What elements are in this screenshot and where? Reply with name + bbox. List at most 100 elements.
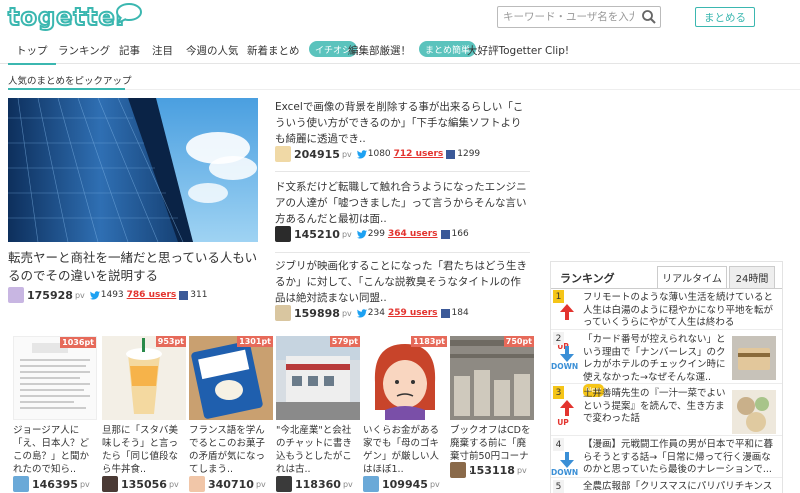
ranking-item-title[interactable]: 【漫画】元戦闘工作員の男が日本で平和に暮らそうとする話→「日常に帰って行く漫画な… xyxy=(583,439,779,477)
list-item-title[interactable]: Excelで画像の背景を削除する事が出来るらしい「こういう使い方ができるのか」「… xyxy=(275,99,530,147)
rank-direction: UP xyxy=(557,418,569,427)
ranking-panel: ランキング リアルタイム 24時間 1 UP フリモートのような薄い生活を続けて… xyxy=(550,261,783,493)
nav-new[interactable]: 新着まとめ xyxy=(247,43,300,58)
tweet-count: 299 xyxy=(367,229,385,239)
avatar[interactable] xyxy=(13,476,29,492)
card-title[interactable]: ジョージア人に「え、日本人？どこの島？」と聞かれたので知ら.. xyxy=(13,424,97,476)
avatar[interactable] xyxy=(275,226,291,242)
users-count[interactable]: 259 users xyxy=(388,308,438,318)
users-count[interactable]: 364 users xyxy=(388,229,438,239)
pv-count: 135056 xyxy=(121,477,167,491)
rank-direction: DOWN xyxy=(551,362,579,371)
pv-unit: pv xyxy=(341,229,352,239)
card-thumbnail[interactable]: 1301pt xyxy=(189,336,273,420)
ranking-item[interactable]: 4 DOWN 【漫画】元戦闘工作員の男が日本で平和に暮らそうとする話→「日常に帰… xyxy=(551,438,782,482)
main-nav: トップ ランキング 記事 注目 今週の人気 新着まとめ イチオシ 編集部厳選！ … xyxy=(0,38,800,65)
ranking-item[interactable]: 3 UP 土井善晴先生の『一汁一菜でよいという提案』を読んで、生き方まで変わった… xyxy=(551,386,782,436)
list-divider xyxy=(275,171,530,172)
tweet-count: 234 xyxy=(367,308,385,318)
ranking-item-title[interactable]: 土井善晴先生の『一汁一菜でよいという提案』を読んで、生き方まで変わった話 xyxy=(583,388,731,426)
facebook-count: 1299 xyxy=(457,149,481,159)
header: togetter まとめる xyxy=(0,0,800,36)
avatar[interactable] xyxy=(275,305,291,321)
pv-count: 145210 xyxy=(294,227,340,241)
section-divider xyxy=(125,89,800,90)
points-badge: 579pt xyxy=(329,336,360,347)
card-meta: 153118 pv xyxy=(450,462,532,478)
tab-24h[interactable]: 24時間 xyxy=(729,266,775,288)
rank-number: 2 xyxy=(553,332,564,345)
ranking-divider xyxy=(551,435,782,436)
search-icon[interactable] xyxy=(641,9,657,25)
card-meta: 135056 pv xyxy=(102,476,184,492)
ranking-item-title[interactable]: 全農広報部「クリスマスにパリパリチキンステー xyxy=(583,481,779,493)
pv-count: 204915 xyxy=(294,147,340,161)
users-count[interactable]: 712 users xyxy=(394,149,444,159)
ranking-thumbnail[interactable] xyxy=(732,336,776,380)
pv-unit: pv xyxy=(516,465,527,475)
pv-unit: pv xyxy=(429,479,440,489)
card-thumbnail[interactable]: 579pt xyxy=(276,336,360,420)
twitter-icon xyxy=(356,229,367,238)
matome-button[interactable]: まとめる xyxy=(695,7,755,27)
ranking-item[interactable]: 1 UP フリモートのような薄い生活を続けていると人生は白湯のように穏やかになり… xyxy=(551,290,782,351)
search-input[interactable] xyxy=(498,7,634,27)
card-meta: 340710 pv xyxy=(189,476,271,492)
togetter-clip-text[interactable]: 大好評Togetter Clip! xyxy=(467,43,569,58)
nav-weekly[interactable]: 今週の人気 xyxy=(186,43,239,58)
card-thumbnail[interactable]: 1183pt xyxy=(363,336,447,420)
togetter-logo[interactable]: togetter xyxy=(7,2,128,32)
users-count[interactable]: 786 users xyxy=(127,290,177,300)
pv-unit: pv xyxy=(342,479,353,489)
nav-top[interactable]: トップ xyxy=(8,43,55,65)
search-box xyxy=(497,6,661,28)
ichioshi-text[interactable]: 編集部厳選！ xyxy=(348,43,411,58)
avatar[interactable] xyxy=(276,476,292,492)
pv-unit: pv xyxy=(255,479,266,489)
list-item-meta: 204915 pv 1080 712 users 1299 xyxy=(275,146,480,162)
list-divider xyxy=(275,252,530,253)
rank-number: 5 xyxy=(553,480,564,493)
avatar[interactable] xyxy=(8,287,24,303)
featured-meta: 175928 pv 1493 786 users 311 xyxy=(8,287,207,303)
nav-featured[interactable]: 注目 xyxy=(152,43,173,58)
tab-realtime[interactable]: リアルタイム xyxy=(657,266,727,288)
section-underline xyxy=(8,88,125,90)
rank-number: 1 xyxy=(553,290,564,303)
section-title: 人気のまとめをピックアップ xyxy=(8,76,132,87)
ranking-thumbnail[interactable] xyxy=(732,390,776,434)
points-badge: 1036pt xyxy=(60,337,96,348)
card-title[interactable]: フランス語を学んでるとこのお菓子の矛盾が気になってしまう.. xyxy=(189,424,273,476)
card-thumbnail[interactable]: 1036pt xyxy=(13,336,97,420)
rank-direction: DOWN xyxy=(551,468,579,477)
ranking-title: ランキング xyxy=(560,272,615,285)
ranking-item[interactable]: 5 全農広報部「クリスマスにパリパリチキンステー xyxy=(551,480,782,493)
pv-count: 340710 xyxy=(208,477,254,491)
facebook-icon xyxy=(440,229,450,239)
facebook-icon xyxy=(179,290,189,300)
avatar[interactable] xyxy=(450,462,466,478)
nav-ranking[interactable]: ランキング xyxy=(58,43,110,58)
facebook-count: 311 xyxy=(190,290,208,300)
card-thumbnail[interactable]: 750pt xyxy=(450,336,534,420)
avatar[interactable] xyxy=(363,476,379,492)
nav-articles[interactable]: 記事 xyxy=(119,43,140,58)
facebook-icon xyxy=(446,149,456,159)
avatar[interactable] xyxy=(102,476,118,492)
card-title[interactable]: "今北産業"と会社のチャットに書き込もうとしたがこれは古.. xyxy=(276,424,360,476)
facebook-count: 184 xyxy=(451,308,469,318)
card-title[interactable]: 旦那に「スタバ美味しそう」と言ったら「同じ値段なら牛丼食.. xyxy=(102,424,186,476)
ranking-item[interactable]: 2 DOWN 「カード番号が控えられない」という理由で「ナンバーレス」のクレカが… xyxy=(551,332,782,397)
featured-title[interactable]: 転売ヤーと商社を一緒だと思っている人もいるのでその違いを説明する xyxy=(8,249,260,285)
card-title[interactable]: いくらお金がある家でも「母のゴキゲン」が厳しい人はほぼ1.. xyxy=(363,424,447,476)
ranking-item-title[interactable]: フリモートのような薄い生活を続けていると人生は白湯のように穏やかになり平地を転が… xyxy=(583,292,779,330)
pv-count: 159898 xyxy=(294,306,340,320)
facebook-count: 166 xyxy=(451,229,469,239)
list-item-title[interactable]: ジブリが映画化することになった「君たちはどう生きるか」に対して、「こんな説教臭そ… xyxy=(275,258,530,306)
avatar[interactable] xyxy=(275,146,291,162)
logo-text[interactable]: togetter xyxy=(7,2,128,32)
avatar[interactable] xyxy=(189,476,205,492)
card-thumbnail[interactable]: 953pt xyxy=(102,336,186,420)
list-item-title[interactable]: ド文系だけど転職して触れ合うようになったエンジニアの人達が「嘘つきました」って言… xyxy=(275,179,530,227)
featured-image[interactable] xyxy=(8,98,258,242)
